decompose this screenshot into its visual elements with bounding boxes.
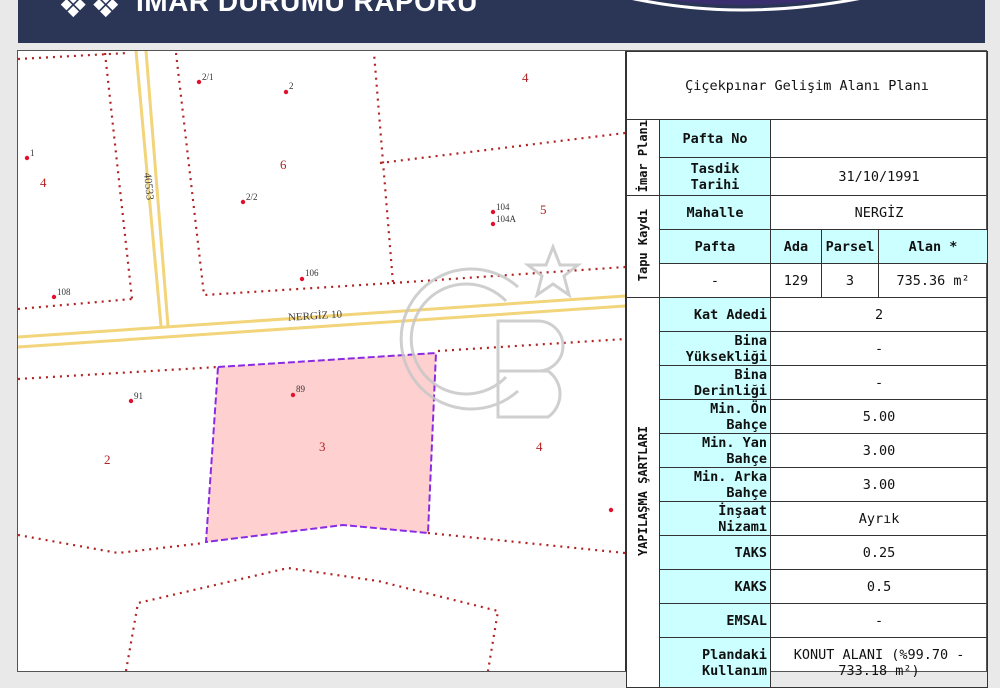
kat-adedi-label: Kat Adedi <box>659 297 771 333</box>
tasdik-tarihi-label: Tasdik Tarihi <box>659 157 771 197</box>
min-on-bahce-value: 5.00 <box>769 399 989 435</box>
parcel-label: 6 <box>280 157 287 172</box>
kat-adedi-value: 2 <box>769 297 989 333</box>
point-label: 91 <box>134 391 143 401</box>
header-arc-decoration <box>632 0 860 12</box>
zoning-map: 4 6 4 5 2 3 4 2/1 2 1 2/2 104 104A 106 1… <box>18 51 625 671</box>
info-panel: Çiçekpınar Gelişim Alanı Planı İmar Plan… <box>625 51 989 688</box>
parcel-label: 4 <box>40 175 47 190</box>
point-label: 104A <box>496 214 517 224</box>
plandaki-kullanim-label: Plandaki Kullanım <box>659 637 771 688</box>
road-number-label: 40533 <box>141 172 156 201</box>
taks-value: 0.25 <box>769 535 989 571</box>
insaat-nizami-value: Ayrık <box>769 501 989 537</box>
tasdik-tarihi-value: 31/10/1991 <box>769 157 989 197</box>
parsel-label: Parsel <box>821 229 879 265</box>
plandaki-kullanim-value: KONUT ALANI (%99.70 - 733.18 m²) <box>769 637 989 688</box>
kaks-label: KAKS <box>659 569 771 605</box>
alan-value: 735.36 m² <box>877 263 989 299</box>
parcel-label: 3 <box>319 439 326 454</box>
pafta-value: - <box>659 263 771 299</box>
pafta-no-value <box>769 118 989 159</box>
report-header: ❖❖ İMAR DURUMU RAPORU <box>18 0 985 43</box>
parsel-value: 3 <box>821 263 879 299</box>
mahalle-value: NERGİZ <box>769 195 989 231</box>
min-arka-bahce-label: Min. Arka Bahçe <box>659 467 771 503</box>
min-yan-bahce-value: 3.00 <box>769 433 989 469</box>
bina-derinligi-label: Bina Derinliği <box>659 365 771 401</box>
parcel-label: 2 <box>104 452 111 467</box>
report-page: 4 6 4 5 2 3 4 2/1 2 1 2/2 104 104A 106 1… <box>17 50 989 688</box>
emsal-label: EMSAL <box>659 603 771 639</box>
map-canvas: 4 6 4 5 2 3 4 2/1 2 1 2/2 104 104A 106 1… <box>18 51 625 671</box>
point-label: 108 <box>57 287 71 297</box>
ada-label: Ada <box>770 229 822 265</box>
pafta-label: Pafta <box>659 229 771 265</box>
point-label: 2/2 <box>246 192 258 202</box>
min-yan-bahce-label: Min. Yan Bahçe <box>659 433 771 469</box>
bina-yuksekligi-label: Bina Yüksekliği <box>659 331 771 367</box>
parcel-label: 4 <box>536 439 543 454</box>
point-numbers: 2/1 2 1 2/2 104 104A 106 108 89 91 <box>30 72 517 401</box>
bina-derinligi-value: - <box>769 365 989 401</box>
insaat-nizami-label: İnşaat Nizamı <box>659 501 771 537</box>
point-label: 89 <box>296 384 306 394</box>
mahalle-label: Mahalle <box>659 195 771 231</box>
emsal-value: - <box>769 603 989 639</box>
alan-label: Alan * <box>877 229 989 265</box>
yapilasma-side-label: YAPILAŞMA ŞARTLARI <box>626 297 660 688</box>
road-name-label: NERGİZ 10 <box>288 308 343 323</box>
ada-value: 129 <box>770 263 822 299</box>
imar-plani-side-label: İmar Planı <box>626 118 660 197</box>
kaks-value: 0.5 <box>769 569 989 605</box>
point-label: 2/1 <box>202 72 214 82</box>
point-label: 2 <box>289 81 294 91</box>
zoning-info-table: Çiçekpınar Gelişim Alanı Planı İmar Plan… <box>625 51 989 688</box>
point-label: 104 <box>496 202 510 212</box>
taks-label: TAKS <box>659 535 771 571</box>
bina-yuksekligi-value: - <box>769 331 989 367</box>
point-label: 106 <box>305 268 319 278</box>
point-label: 1 <box>30 148 35 158</box>
tapu-kaydi-side-label: Tapu Kaydı <box>626 195 660 299</box>
min-arka-bahce-value: 3.00 <box>769 467 989 503</box>
pafta-no-label: Pafta No <box>659 118 771 159</box>
parcel-label: 4 <box>522 70 529 85</box>
plan-title: Çiçekpınar Gelişim Alanı Planı <box>625 51 989 120</box>
parcel-label: 5 <box>540 202 547 217</box>
min-on-bahce-label: Min. Ön Bahçe <box>659 399 771 435</box>
